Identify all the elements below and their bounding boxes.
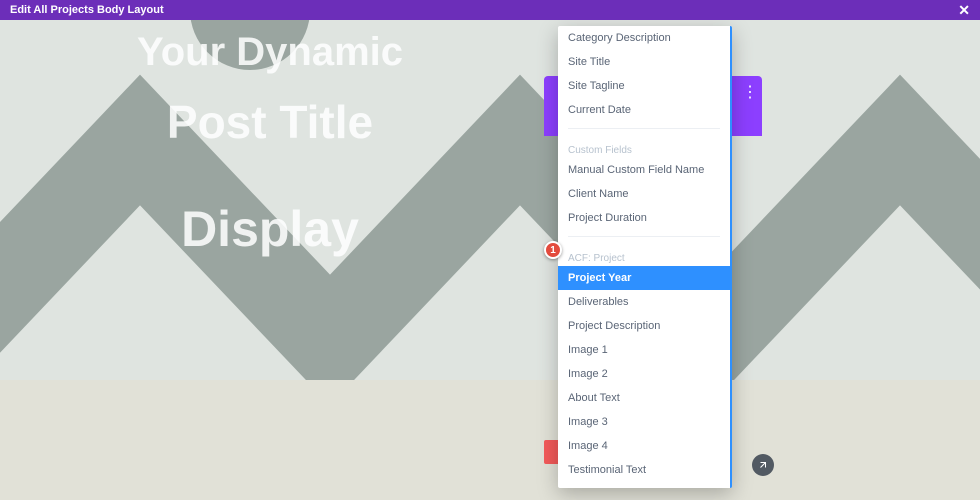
dropdown-item[interactable]: Image 1 bbox=[558, 338, 730, 362]
dropdown-item[interactable]: Image 4 bbox=[558, 434, 730, 458]
annotation-badge-1: 1 bbox=[544, 241, 562, 259]
dynamic-content-dropdown[interactable]: Category DescriptionSite TitleSite Tagli… bbox=[558, 26, 732, 488]
dropdown-separator bbox=[568, 236, 720, 237]
resize-handle-icon[interactable] bbox=[752, 454, 774, 476]
dropdown-separator bbox=[568, 128, 720, 129]
editor-topbar: Edit All Projects Body Layout ✕ bbox=[0, 0, 980, 20]
dropdown-item[interactable]: Client Name bbox=[558, 182, 730, 206]
dropdown-group-label: Custom Fields bbox=[558, 135, 730, 158]
dropdown-item[interactable]: About Text bbox=[558, 386, 730, 410]
editor-title: Edit All Projects Body Layout bbox=[10, 4, 164, 16]
dropdown-item[interactable]: Current Date bbox=[558, 98, 730, 122]
dropdown-item[interactable]: Category Description bbox=[558, 26, 730, 50]
dropdown-item[interactable]: Testimonial Text bbox=[558, 458, 730, 482]
preview-canvas bbox=[0, 20, 980, 380]
settings-panel-tab bbox=[544, 120, 558, 134]
dropdown-item[interactable]: Image 2 bbox=[558, 362, 730, 386]
preview-lower-section bbox=[0, 380, 980, 500]
placeholder-image-icon bbox=[0, 20, 980, 380]
dropdown-item[interactable]: Project Duration bbox=[558, 206, 730, 230]
dropdown-item[interactable]: Deliverables bbox=[558, 290, 730, 314]
dropdown-item[interactable]: Manual Custom Field Name bbox=[558, 158, 730, 182]
close-icon[interactable]: ✕ bbox=[958, 3, 970, 17]
dropdown-item[interactable]: Project Description bbox=[558, 314, 730, 338]
dropdown-item[interactable]: Site Title bbox=[558, 50, 730, 74]
dropdown-group-label: ACF: Project bbox=[558, 243, 730, 266]
dropdown-item[interactable]: Site Tagline bbox=[558, 74, 730, 98]
dropdown-item[interactable]: Project Year bbox=[558, 266, 730, 290]
dropdown-item[interactable]: Testimonial Name bbox=[558, 482, 730, 488]
dropdown-item[interactable]: Image 3 bbox=[558, 410, 730, 434]
panel-menu-icon[interactable]: ⋮ bbox=[742, 82, 758, 102]
